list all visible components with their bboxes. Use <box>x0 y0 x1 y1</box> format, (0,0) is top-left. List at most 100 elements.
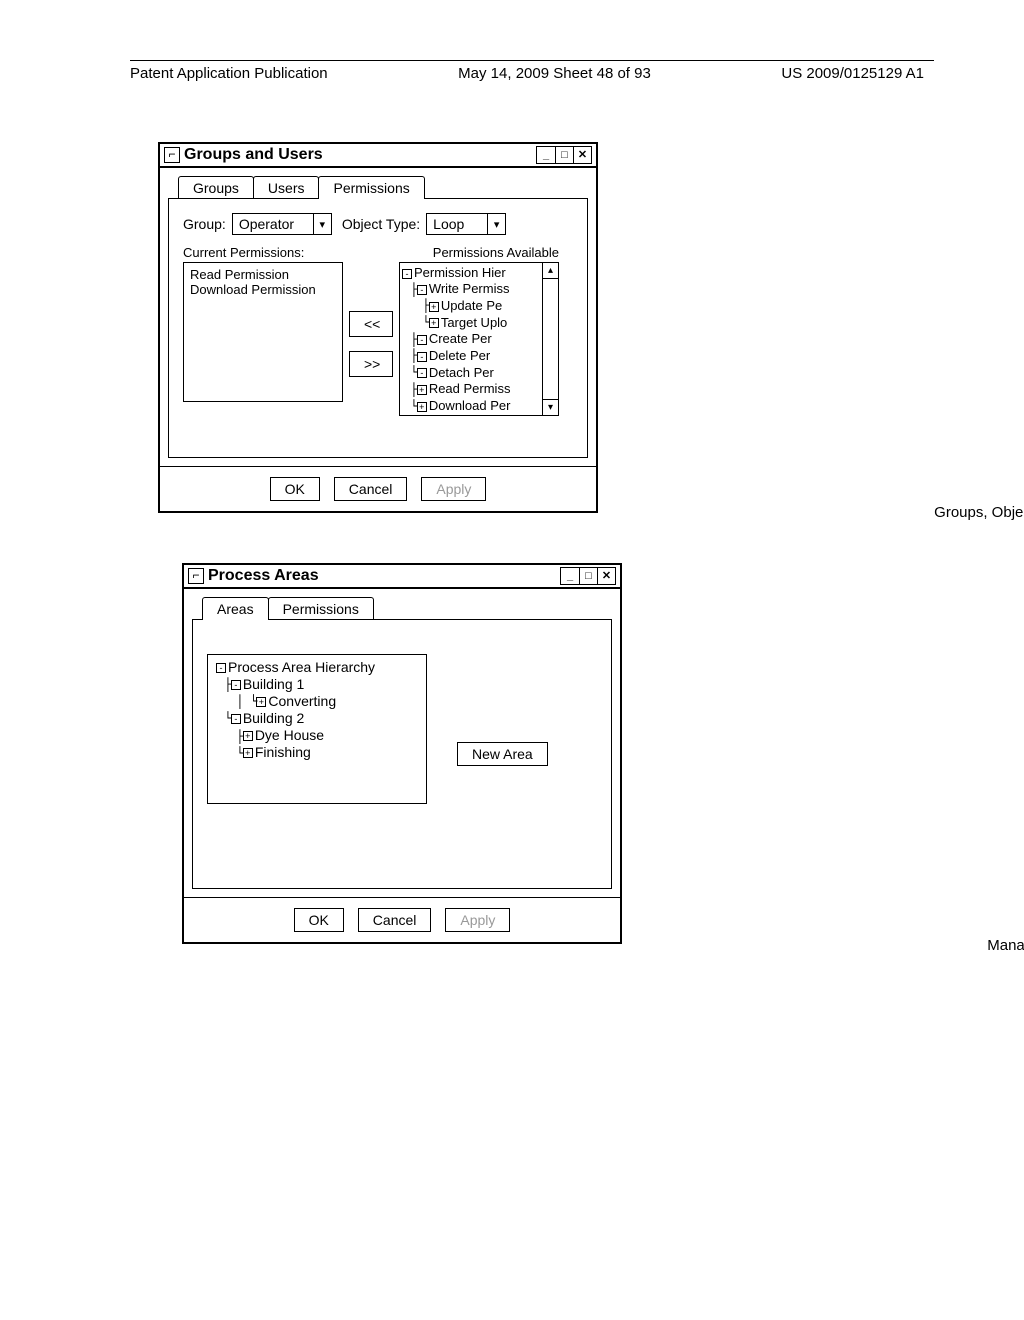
cancel-button[interactable]: Cancel <box>334 477 408 501</box>
titlebar[interactable]: ⌐ Process Areas _ □ ✕ <box>184 565 620 589</box>
header-right: US 2009/0125129 A1 <box>781 65 924 82</box>
close-icon[interactable]: ✕ <box>597 568 615 584</box>
tree-item[interactable]: ├+Dye House <box>216 727 418 744</box>
tab-permissions[interactable]: Permissions <box>318 176 424 199</box>
collapse-icon[interactable]: - <box>216 663 226 673</box>
object-type-value: Loop <box>427 214 487 234</box>
list-item[interactable]: Download Permission <box>190 282 336 297</box>
shuttle-left-button[interactable]: << <box>349 311 393 337</box>
figure-66: ⌐ Process Areas _ □ ✕ Areas Permissions … <box>182 563 934 944</box>
window-title: Process Areas <box>208 567 560 585</box>
scroll-up-icon[interactable]: ▴ <box>543 263 558 279</box>
tree-item[interactable]: └+Target Uplo <box>402 315 540 332</box>
tree-item-label: Building 1 <box>243 676 305 692</box>
tab-permissions[interactable]: Permissions <box>268 597 374 620</box>
window-controls: _ □ ✕ <box>560 567 616 585</box>
tree-item-label: Converting <box>268 693 336 709</box>
app-icon: ⌐ <box>164 147 180 163</box>
tree-item[interactable]: └+Download Per <box>402 398 540 415</box>
window-title: Groups and Users <box>184 146 536 164</box>
ok-button[interactable]: OK <box>270 477 320 501</box>
tree-item-label: Create Per <box>429 331 492 346</box>
new-area-button[interactable]: New Area <box>457 742 548 766</box>
scrollbar[interactable]: ▴ ▾ <box>542 263 558 415</box>
tree-item[interactable]: ├+Read Permiss <box>402 381 540 398</box>
dropdown-icon[interactable]: ▾ <box>487 214 505 234</box>
collapse-icon[interactable]: - <box>402 269 412 279</box>
expand-icon[interactable]: + <box>243 731 253 741</box>
tree-item[interactable]: ├-Delete Per <box>402 348 540 365</box>
minimize-icon[interactable]: _ <box>537 147 555 163</box>
tree-item[interactable]: -Process Area Hierarchy <box>216 659 418 676</box>
expand-icon[interactable]: + <box>417 385 427 395</box>
current-permissions-list[interactable]: Read PermissionDownload Permission <box>183 262 343 402</box>
permissions-available-tree[interactable]: -Permission Hier├-Write Permiss├+Update … <box>399 262 559 416</box>
tree-item-label: Update Pe <box>441 298 502 313</box>
tree-item[interactable]: -Permission Hier <box>402 265 540 281</box>
tree-item[interactable]: └-Building 2 <box>216 710 418 727</box>
tree-item-label: Write Permiss <box>429 281 510 296</box>
tree-item[interactable]: └-Detach Per <box>402 365 540 382</box>
expand-icon[interactable]: + <box>417 402 427 412</box>
tree-item-label: Finishing <box>255 744 311 760</box>
apply-button[interactable]: Apply <box>421 477 486 501</box>
expand-icon[interactable]: + <box>256 697 266 707</box>
figure-number: FIG. 65 <box>894 476 1024 504</box>
process-area-tree[interactable]: -Process Area Hierarchy├-Building 1│ └+C… <box>207 654 427 804</box>
expand-icon[interactable]: + <box>243 748 253 758</box>
tree-item-label: Dye House <box>255 727 324 743</box>
cancel-button[interactable]: Cancel <box>358 908 432 932</box>
list-item[interactable]: Read Permission <box>190 267 336 282</box>
titlebar[interactable]: ⌐ Groups and Users _ □ ✕ <box>160 144 596 168</box>
tree-item[interactable]: ├-Building 1 <box>216 676 418 693</box>
collapse-icon[interactable]: - <box>231 680 241 690</box>
collapse-icon[interactable]: - <box>417 352 427 362</box>
ok-button[interactable]: OK <box>294 908 344 932</box>
figure-caption: FIG. 66 Managing Process Areas <box>904 909 1024 954</box>
maximize-icon[interactable]: □ <box>555 147 573 163</box>
object-type-select[interactable]: Loop ▾ <box>426 213 506 235</box>
tree-item-label: Permission Hier <box>414 265 506 280</box>
header-left: Patent Application Publication <box>130 65 328 82</box>
tree-item-label: Building 2 <box>243 710 305 726</box>
tree-item-label: Delete Per <box>429 348 490 363</box>
collapse-icon[interactable]: - <box>231 714 241 724</box>
tree-item[interactable]: ├+Update Pe <box>402 298 540 315</box>
process-areas-window: ⌐ Process Areas _ □ ✕ Areas Permissions … <box>182 563 622 944</box>
maximize-icon[interactable]: □ <box>579 568 597 584</box>
tree-item[interactable]: ├-Create Per <box>402 331 540 348</box>
tree-item[interactable]: ├-Write Permiss <box>402 281 540 298</box>
tab-groups[interactable]: Groups <box>178 176 254 199</box>
group-select[interactable]: Operator ▾ <box>232 213 332 235</box>
collapse-icon[interactable]: - <box>417 285 427 295</box>
dropdown-icon[interactable]: ▾ <box>313 214 331 234</box>
object-type-label: Object Type: <box>342 216 420 232</box>
figure-number: FIG. 66 <box>904 909 1024 937</box>
tree-item[interactable]: │ └+Converting <box>216 693 418 710</box>
tree-item-label: Read Permiss <box>429 381 511 396</box>
figure-65: ⌐ Groups and Users _ □ ✕ Groups Users Pe… <box>158 142 934 513</box>
groups-users-window: ⌐ Groups and Users _ □ ✕ Groups Users Pe… <box>158 142 598 513</box>
expand-icon[interactable]: + <box>429 318 439 328</box>
group-value: Operator <box>233 214 313 234</box>
page-header: Patent Application Publication May 14, 2… <box>130 60 934 82</box>
tabs: Areas Permissions <box>202 597 612 620</box>
shuttle-right-button[interactable]: >> <box>349 351 393 377</box>
tab-users[interactable]: Users <box>253 176 320 199</box>
figure-caption: FIG. 65 Groups, Object Types and Permiss… <box>894 476 1024 521</box>
tree-item-label: Process Area Hierarchy <box>228 659 375 675</box>
areas-panel: -Process Area Hierarchy├-Building 1│ └+C… <box>192 619 612 889</box>
collapse-icon[interactable]: - <box>417 368 427 378</box>
expand-icon[interactable]: + <box>429 302 439 312</box>
tree-item[interactable]: └+Finishing <box>216 744 418 761</box>
figure-subtitle: Groups, Object Types and Permissions <box>894 504 1024 521</box>
tree-item-label: Download Per <box>429 398 511 413</box>
permissions-panel: Group: Operator ▾ Object Type: Loop ▾ <box>168 198 588 458</box>
tab-areas[interactable]: Areas <box>202 597 269 620</box>
close-icon[interactable]: ✕ <box>573 147 591 163</box>
collapse-icon[interactable]: - <box>417 335 427 345</box>
minimize-icon[interactable]: _ <box>561 568 579 584</box>
apply-button[interactable]: Apply <box>445 908 510 932</box>
figure-subtitle: Managing Process Areas <box>904 937 1024 954</box>
scroll-down-icon[interactable]: ▾ <box>543 399 558 415</box>
